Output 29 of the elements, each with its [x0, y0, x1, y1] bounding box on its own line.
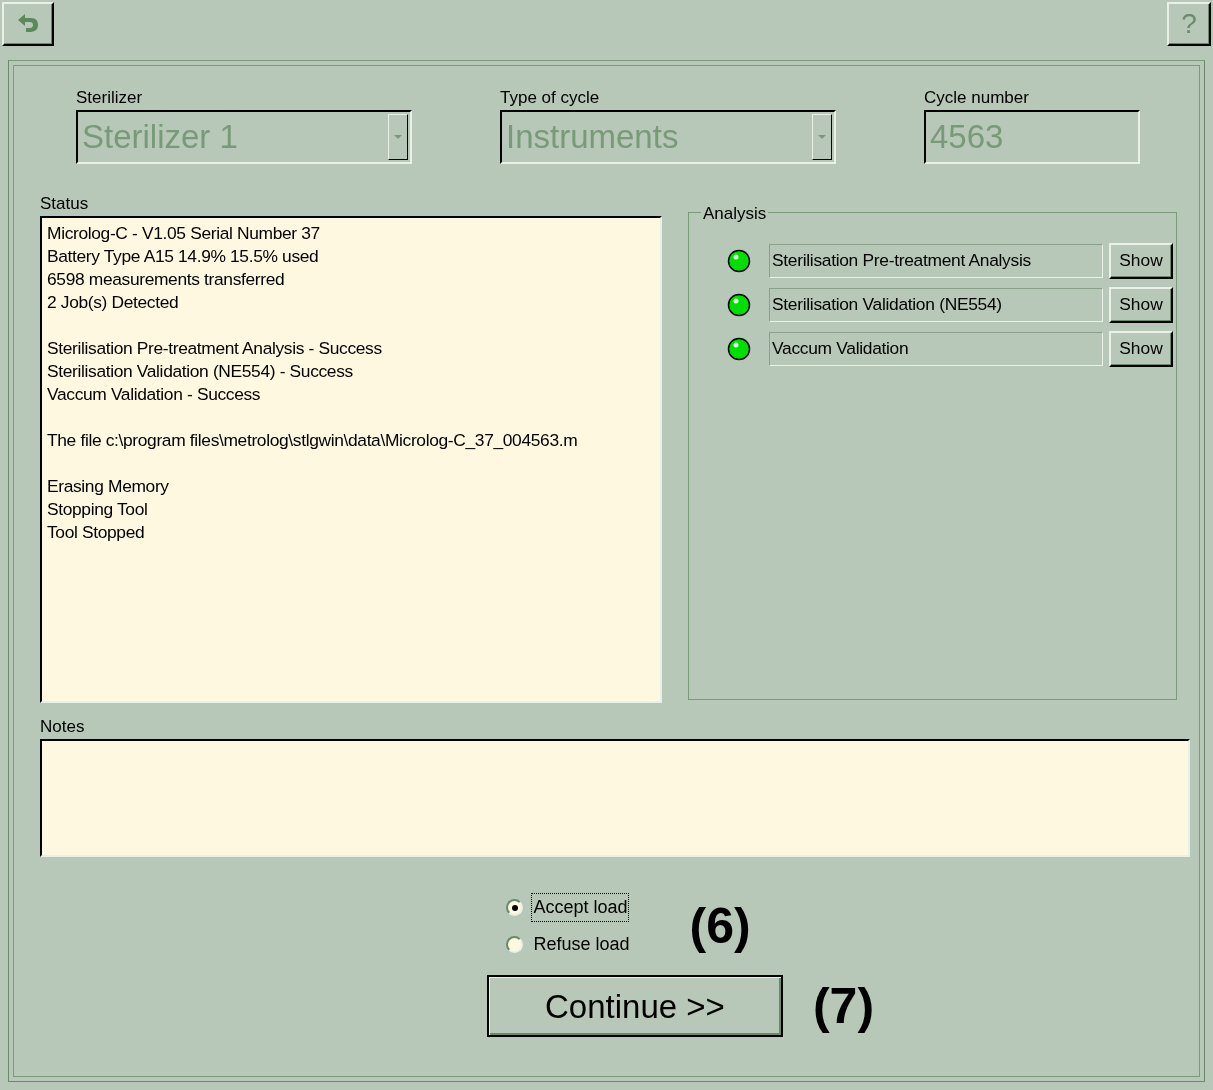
- back-arrow-icon: [16, 13, 40, 35]
- analysis-name: Sterilisation Validation (NE554): [769, 288, 1103, 322]
- back-button[interactable]: [2, 2, 54, 46]
- show-button[interactable]: Show: [1109, 287, 1173, 323]
- log-line: Sterilisation Pre-treatment Analysis - Success: [47, 337, 383, 360]
- log-line: Erasing Memory: [47, 475, 170, 498]
- notes-field[interactable]: [40, 739, 1190, 857]
- log-line: Tool Stopped: [47, 521, 146, 544]
- log-line: 6598 measurements transferred: [47, 268, 286, 291]
- log-line: Microlog-C - V1.05 Serial Number 37: [47, 222, 321, 245]
- continue-button[interactable]: Continue >>: [486, 975, 783, 1037]
- log-line: 2 Job(s) Detected: [47, 291, 180, 314]
- log-line: Vaccum Validation - Success: [47, 383, 262, 406]
- callout-label: (6): [689, 901, 751, 951]
- log-line: Stopping Tool: [47, 498, 149, 521]
- show-button[interactable]: Show: [1109, 243, 1173, 279]
- field-label: Type of cycle: [500, 88, 601, 108]
- analysis-name: Vaccum Validation: [769, 332, 1103, 366]
- analysis-name: Sterilisation Pre-treatment Analysis: [769, 244, 1103, 278]
- show-button[interactable]: Show: [1109, 331, 1173, 367]
- radio-option[interactable]: Refuse load: [506, 926, 632, 963]
- field-label: Sterilizer: [76, 88, 144, 108]
- log-line: The file c:\program files\metrolog\stlgwin\data\Microlog-C_37_004563.m: [47, 429, 579, 452]
- field-label: Cycle number: [924, 88, 1030, 108]
- log-line: Battery Type A15 14.9% 15.5% used: [47, 245, 320, 268]
- field-label: Notes: [40, 717, 86, 737]
- field-label: Status: [40, 194, 90, 214]
- callout-label: (7): [812, 981, 875, 1031]
- log-line: Sterilisation Validation (NE554) - Success: [47, 360, 354, 383]
